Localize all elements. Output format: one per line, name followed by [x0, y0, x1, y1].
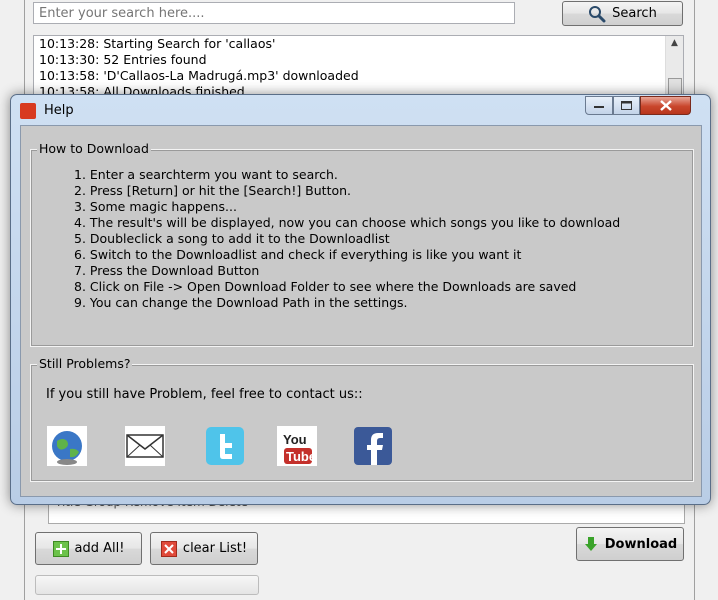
steps-list: 1. Enter a searchterm you want to search… [57, 167, 620, 311]
still-problems-group: Still Problems? If you still have Proble… [30, 356, 694, 482]
dialog-title: Help [44, 103, 74, 118]
log-line: 10:13:28: Starting Search for 'callaos' [39, 36, 276, 51]
clear-icon [160, 540, 177, 557]
facebook-icon[interactable] [353, 426, 393, 466]
how-to-title: How to Download [37, 141, 151, 156]
list-item: 1. Enter a searchterm you want to search… [74, 167, 338, 182]
list-item: 5. Doubleclick a song to add it to the D… [74, 231, 390, 246]
svg-text:Tube: Tube [286, 449, 316, 464]
minimize-icon [594, 105, 604, 108]
contact-text: If you still have Problem, feel free to … [46, 387, 363, 402]
search-button[interactable]: Search [562, 1, 683, 26]
search-button-label: Search [612, 6, 657, 21]
download-button[interactable]: Download [576, 527, 684, 561]
maximize-icon [621, 101, 632, 110]
close-icon [659, 100, 672, 111]
minimize-button[interactable] [585, 96, 613, 115]
list-item: 7. Press the Download Button [74, 263, 260, 278]
youtube-icon[interactable]: You Tube [277, 426, 317, 466]
list-item: 3. Some magic happens... [74, 199, 237, 214]
dialog-titlebar[interactable]: Help [11, 95, 710, 125]
search-input[interactable] [33, 2, 515, 24]
progress-bar [35, 575, 259, 595]
how-to-download-group: How to Download 1. Enter a searchterm yo… [30, 141, 694, 347]
list-item: 6. Switch to the Downloadlist and check … [74, 247, 522, 262]
dialog-content: How to Download 1. Enter a searchterm yo… [20, 125, 702, 497]
svg-text:You: You [283, 432, 307, 447]
search-icon [589, 5, 606, 22]
list-item: 8. Click on File -> Open Download Folder… [74, 279, 577, 294]
help-dialog: Help How to Download 1. Enter a searchte… [10, 94, 711, 505]
maximize-button[interactable] [613, 96, 640, 115]
clear-list-button[interactable]: clear List! [150, 532, 258, 565]
list-item: 4. The result's will be displayed, now y… [74, 215, 621, 230]
list-item: 9. You can change the Download Path in t… [74, 295, 408, 310]
still-problems-title: Still Problems? [37, 356, 133, 371]
app-icon [20, 103, 36, 119]
add-icon [52, 540, 69, 557]
download-label: Download [604, 536, 678, 552]
scroll-up-arrow-icon[interactable]: ▲ [666, 36, 683, 50]
add-all-button[interactable]: add All! [35, 532, 142, 565]
twitter-icon[interactable] [205, 426, 245, 466]
log-line: 10:13:30: 52 Entries found [39, 52, 207, 67]
email-icon[interactable] [125, 426, 165, 466]
close-button[interactable] [640, 96, 691, 115]
list-item: 2. Press [Return] or hit the [Search!] B… [74, 183, 352, 198]
add-all-label: add All! [74, 541, 125, 556]
download-arrow-icon [584, 537, 597, 551]
clear-list-label: clear List! [182, 541, 248, 556]
log-box[interactable]: 10:13:28: Starting Search for 'callaos' … [33, 35, 684, 97]
log-scrollbar[interactable]: ▲ [665, 36, 683, 96]
web-globe-icon[interactable] [47, 426, 87, 466]
log-line: 10:13:58: 'D'Callaos-La Madrugá.mp3' dow… [39, 68, 359, 83]
